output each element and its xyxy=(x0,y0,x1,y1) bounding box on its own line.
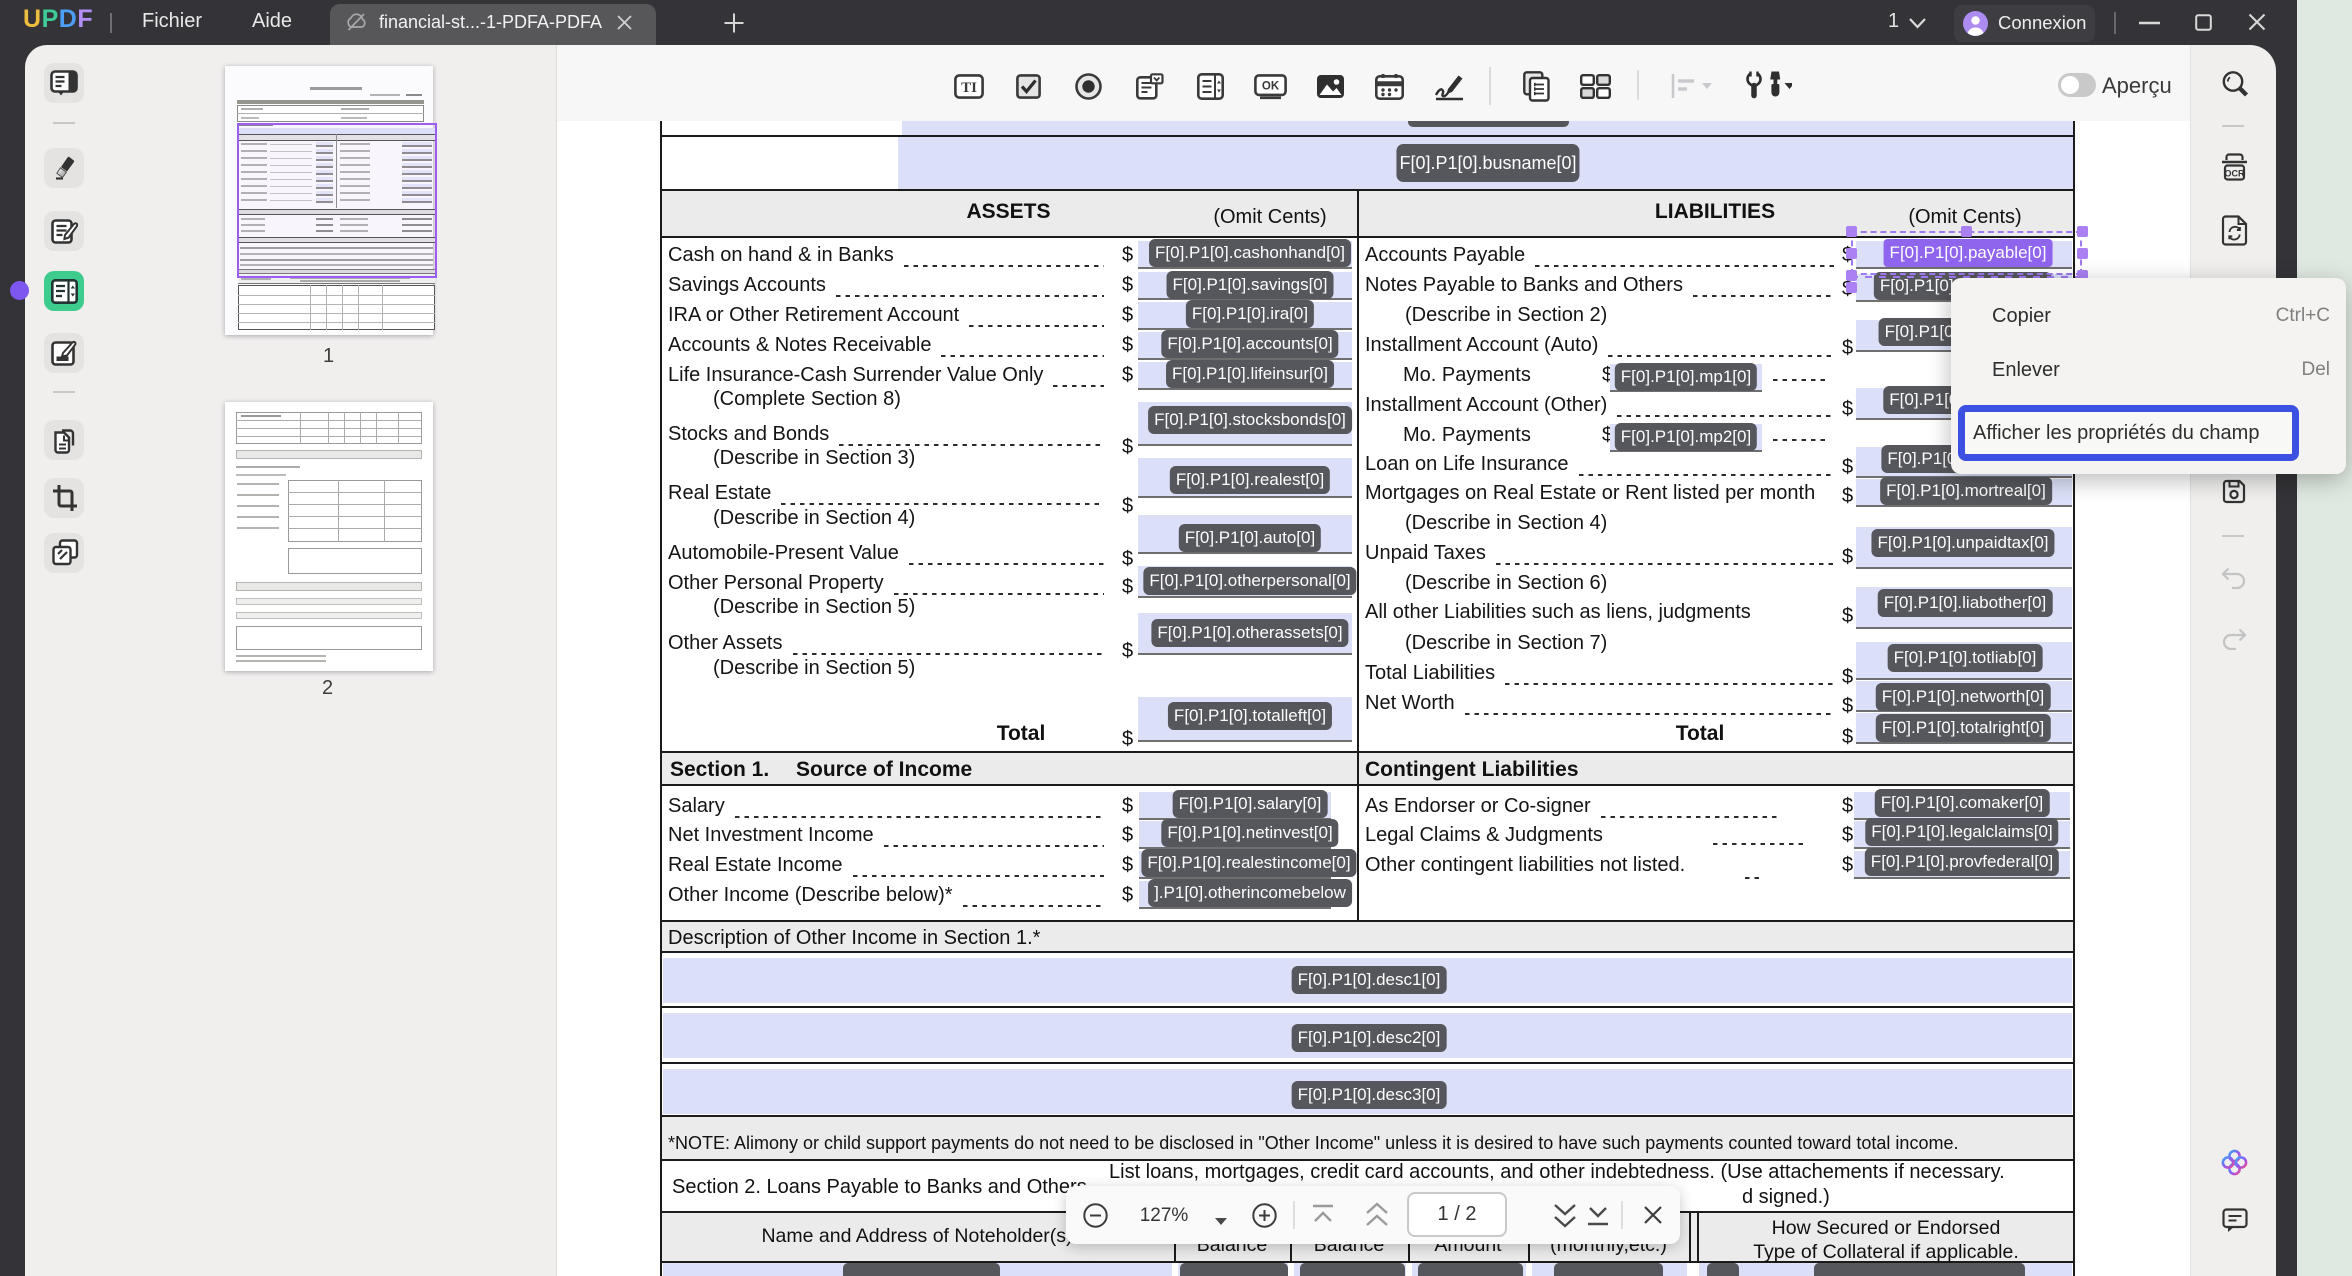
svg-text:TI: TI xyxy=(961,80,977,96)
svg-text:OCR: OCR xyxy=(2225,168,2246,178)
svg-text:OK: OK xyxy=(1262,81,1280,93)
